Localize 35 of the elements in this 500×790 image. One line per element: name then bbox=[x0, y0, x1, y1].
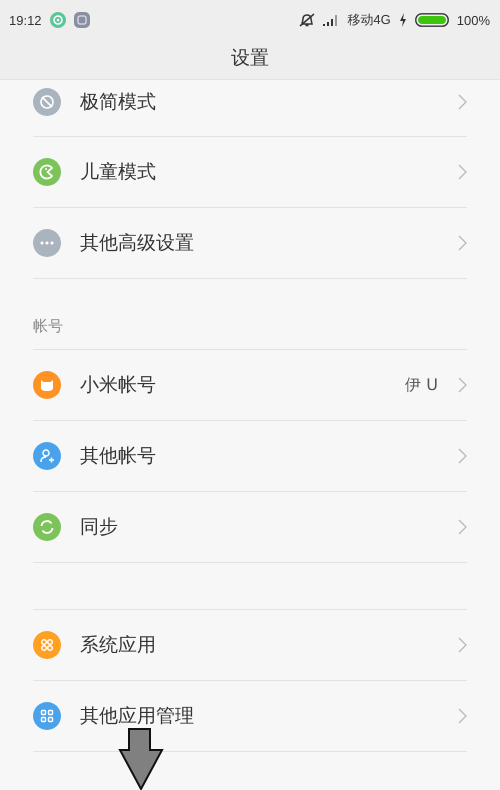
item-label: 系统应用 bbox=[80, 633, 157, 658]
carrier-label: 移动4G bbox=[347, 11, 391, 29]
item-value: 伊 U bbox=[405, 374, 438, 396]
mute-icon bbox=[299, 12, 316, 28]
chevron-icon bbox=[458, 448, 467, 464]
chevron-icon bbox=[458, 637, 467, 653]
chevron-icon bbox=[458, 164, 467, 180]
item-label: 同步 bbox=[80, 515, 119, 540]
settings-item[interactable]: 儿童模式 bbox=[33, 137, 467, 208]
chevron-icon bbox=[458, 235, 467, 251]
item-label: 其他应用管理 bbox=[80, 704, 195, 729]
app-icon bbox=[74, 12, 90, 28]
signal-icon bbox=[323, 14, 340, 26]
chevron-icon bbox=[458, 94, 467, 110]
settings-item[interactable]: 其他高级设置 bbox=[33, 208, 467, 279]
chevron-icon bbox=[458, 377, 467, 393]
settings-item[interactable]: 同步 bbox=[33, 492, 467, 563]
settings-item[interactable]: 小米帐号 伊 U bbox=[33, 350, 467, 421]
section-header: 帐号 bbox=[33, 279, 467, 350]
item-label: 小米帐号 bbox=[80, 373, 157, 398]
battery-icon bbox=[414, 13, 449, 27]
down-arrow bbox=[118, 728, 164, 790]
page-title: 设置 bbox=[231, 46, 269, 70]
settings-item[interactable]: 极简模式 bbox=[33, 80, 467, 137]
battery-percent: 100% bbox=[456, 12, 490, 28]
chevron-icon bbox=[458, 519, 467, 535]
item-label: 其他帐号 bbox=[80, 444, 157, 469]
item-label: 其他高级设置 bbox=[80, 231, 195, 256]
settings-item[interactable]: 系统应用 bbox=[33, 610, 467, 681]
chevron-icon bbox=[458, 708, 467, 724]
clock: 19:12 bbox=[9, 12, 42, 28]
item-label: 极简模式 bbox=[80, 90, 157, 115]
item-label: 儿童模式 bbox=[80, 160, 157, 185]
charging-icon bbox=[398, 13, 407, 27]
settings-item[interactable]: 其他帐号 bbox=[33, 421, 467, 492]
